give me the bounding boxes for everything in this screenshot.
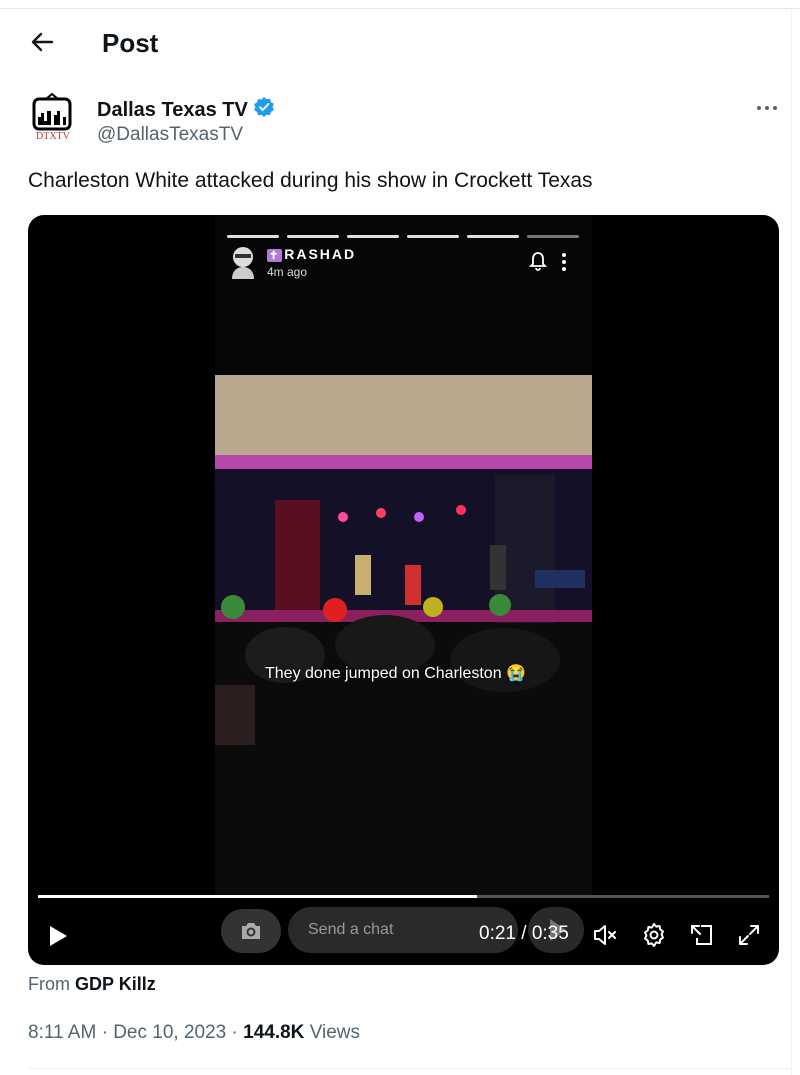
- mute-icon[interactable]: [591, 921, 619, 949]
- avatar-logo-text: DTXTV: [36, 131, 70, 142]
- stage-scene-image: [215, 215, 592, 895]
- post-meta: 8:11 AM · Dec 10, 2023 · 144.8K Views: [28, 1022, 360, 1044]
- author-name-text: Dallas Texas TV: [97, 98, 248, 121]
- video-seek-bar[interactable]: [38, 895, 769, 898]
- send-chat-placeholder: Send a chat: [308, 921, 394, 938]
- play-icon[interactable]: [46, 923, 70, 949]
- more-options-icon[interactable]: [753, 96, 781, 120]
- story-timestamp: 4m ago: [267, 265, 308, 279]
- author-name[interactable]: Dallas Texas TV: [97, 96, 275, 124]
- meta-separator: ·: [231, 1022, 238, 1043]
- author-handle[interactable]: @DallasTexasTV: [97, 124, 243, 146]
- story-more-icon: [562, 253, 566, 271]
- page-title: Post: [102, 28, 159, 58]
- post-text: Charleston White attacked during his sho…: [28, 169, 593, 192]
- bell-icon: [529, 252, 547, 271]
- bottom-divider: [28, 1068, 792, 1069]
- settings-gear-icon[interactable]: [640, 921, 668, 949]
- views-count: 144.8K: [243, 1022, 305, 1043]
- story-user-bar: ✝ RASHAD 4m ago: [229, 245, 569, 281]
- verified-badge-icon: [253, 96, 275, 124]
- views-label: Views: [309, 1022, 361, 1043]
- media-source: From GDP Killz: [28, 974, 156, 995]
- picture-in-picture-icon[interactable]: [688, 921, 716, 949]
- author-avatar[interactable]: DTXTV: [27, 92, 77, 147]
- fullscreen-icon[interactable]: [735, 921, 763, 949]
- meta-separator: ·: [101, 1022, 108, 1043]
- camera-icon: [221, 909, 281, 953]
- story-video-frame: ✝ RASHAD 4m ago They done jumped on Charl…: [215, 215, 592, 895]
- right-divider: [791, 8, 792, 1075]
- story-username: ✝ RASHAD: [267, 246, 357, 262]
- story-progress-segments: [227, 235, 579, 238]
- video-seek-progress: [38, 895, 477, 898]
- cross-emoji-icon: ✝: [267, 249, 283, 262]
- source-account-link[interactable]: GDP Killz: [75, 974, 156, 994]
- post-date[interactable]: Dec 10, 2023: [113, 1022, 226, 1043]
- video-time: 0:21 / 0:35: [479, 923, 569, 944]
- story-avatar-icon: [232, 247, 254, 279]
- post-time[interactable]: 8:11 AM: [28, 1022, 96, 1043]
- story-caption: They done jumped on Charleston 😭: [265, 665, 526, 682]
- back-arrow-icon[interactable]: [28, 28, 56, 56]
- source-prefix: From: [28, 974, 70, 994]
- post-header: Post: [0, 26, 790, 62]
- top-divider: [0, 8, 800, 9]
- video-player[interactable]: ✝ RASHAD 4m ago They done jumped on Charl…: [28, 215, 779, 965]
